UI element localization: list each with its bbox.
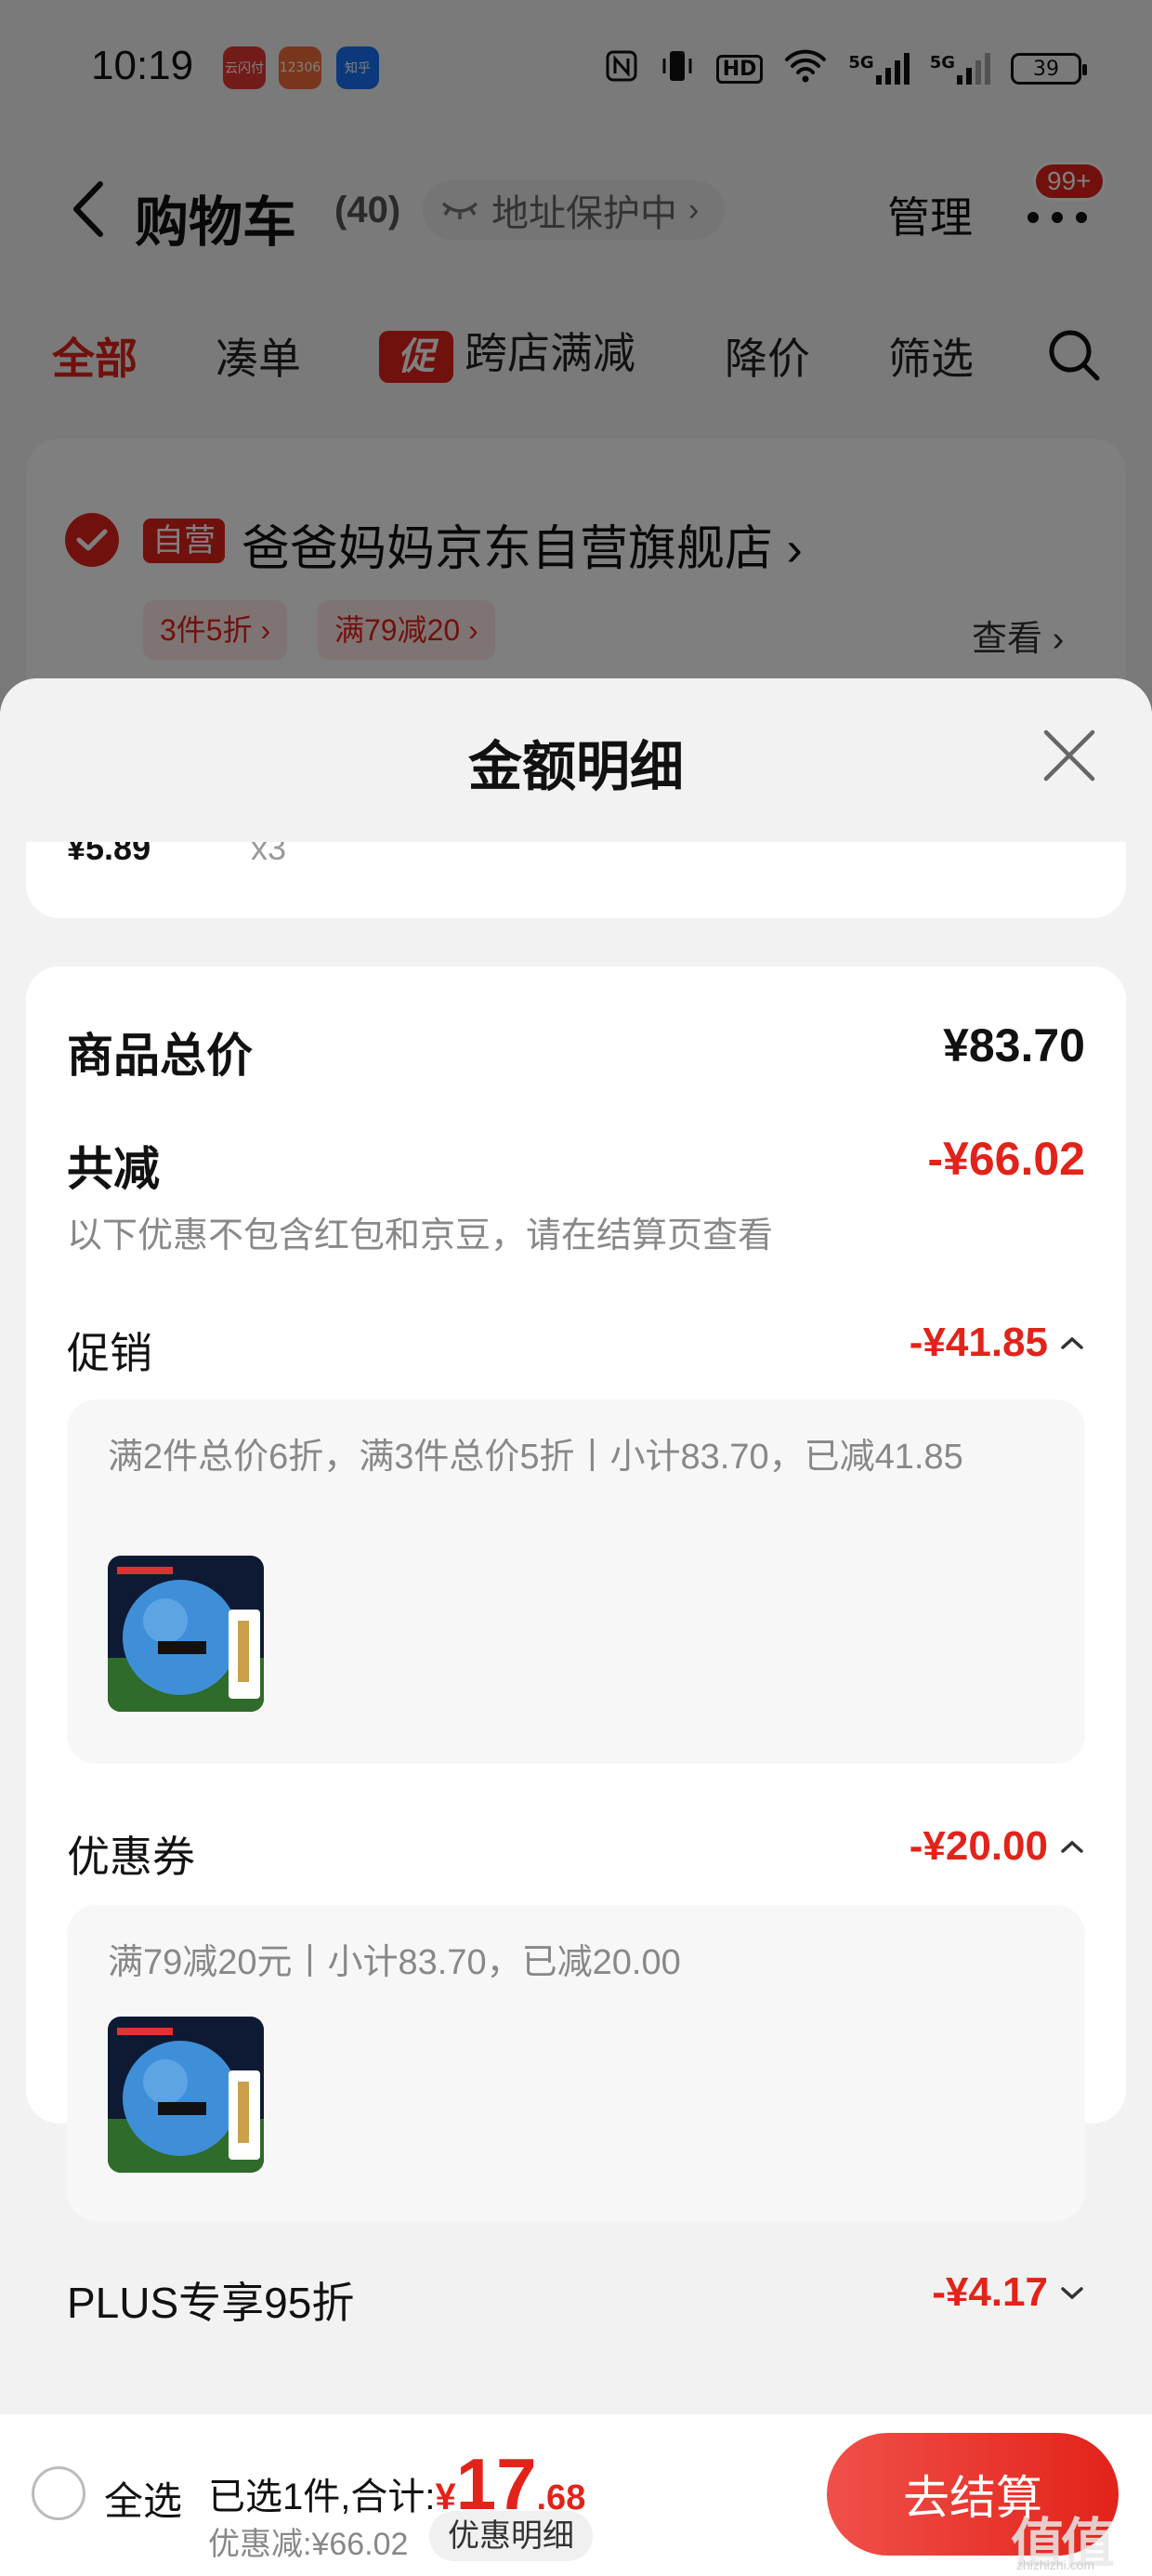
- product-thumbnail[interactable]: [108, 1556, 264, 1712]
- promotion-value: -¥41.85: [909, 1320, 1048, 1365]
- sheet-header: 金额明细: [0, 678, 1152, 842]
- goods-total-value: ¥83.70: [943, 1019, 1085, 1071]
- discount-summary: 优惠减:¥66.02: [208, 2527, 409, 2562]
- coupon-detail-box: 满79减20元丨小计83.70，已减20.00: [67, 1905, 1085, 2221]
- checkout-bar: 全选 已选1件,合计:¥17.68 优惠减:¥66.02 优惠明细 去结算: [0, 2414, 1152, 2576]
- coupon-value-toggle[interactable]: -¥20.00: [910, 1823, 1085, 1870]
- promotion-value-toggle[interactable]: -¥41.85: [910, 1320, 1085, 1366]
- select-all-label[interactable]: 全选: [104, 2470, 182, 2527]
- discount-detail-button[interactable]: 优惠明细: [429, 2511, 593, 2561]
- chevron-up-icon: [1061, 1840, 1083, 1853]
- plus-discount-toggle[interactable]: -¥4.17: [932, 2269, 1085, 2316]
- select-all-radio[interactable]: [32, 2466, 85, 2520]
- selected-count-text: 已选1件,合计:: [208, 2477, 436, 2517]
- chevron-up-icon: [1061, 1336, 1083, 1349]
- coupon-detail-text: 满79减20元丨小计83.70，已减20.00: [108, 1943, 681, 1982]
- close-icon[interactable]: [1041, 727, 1098, 784]
- chevron-down-icon: [1061, 2287, 1083, 2300]
- price-detail-card: 商品总价 ¥83.70 共减 -¥66.02 以下优惠不包含红包和京豆，请在结算…: [26, 966, 1126, 2221]
- total-reduce-label: 共减: [67, 1143, 160, 1195]
- coupon-value: -¥20.00: [909, 1823, 1048, 1869]
- product-thumbnail[interactable]: [108, 2017, 264, 2173]
- promotion-detail-box: 满2件总价6折，满3件总价5折丨小计83.70，已减41.85: [67, 1400, 1085, 1764]
- goods-total-label: 商品总价: [67, 1030, 253, 1082]
- sheet-title: 金额明细: [467, 737, 684, 797]
- plus-discount-label: PLUS专享95折: [67, 2279, 355, 2327]
- promotion-label: 促销: [67, 1329, 152, 1377]
- coupon-label: 优惠券: [67, 1833, 195, 1881]
- reduce-note: 以下优惠不包含红包和京豆，请在结算页查看: [67, 1216, 774, 1255]
- plus-discount-value: -¥4.17: [932, 2269, 1048, 2315]
- promotion-detail-text: 满2件总价6折，满3件总价5折丨小计83.70，已减41.85: [108, 1438, 963, 1477]
- site-watermark-url: zhizhizhi.com: [1016, 2557, 1095, 2572]
- total-reduce-value: -¥66.02: [927, 1133, 1085, 1185]
- amount-detail-sheet: ¥5.89 x3 金额明细 商品总价 ¥83.70 共减 -¥66.02 以下优…: [0, 678, 1152, 2576]
